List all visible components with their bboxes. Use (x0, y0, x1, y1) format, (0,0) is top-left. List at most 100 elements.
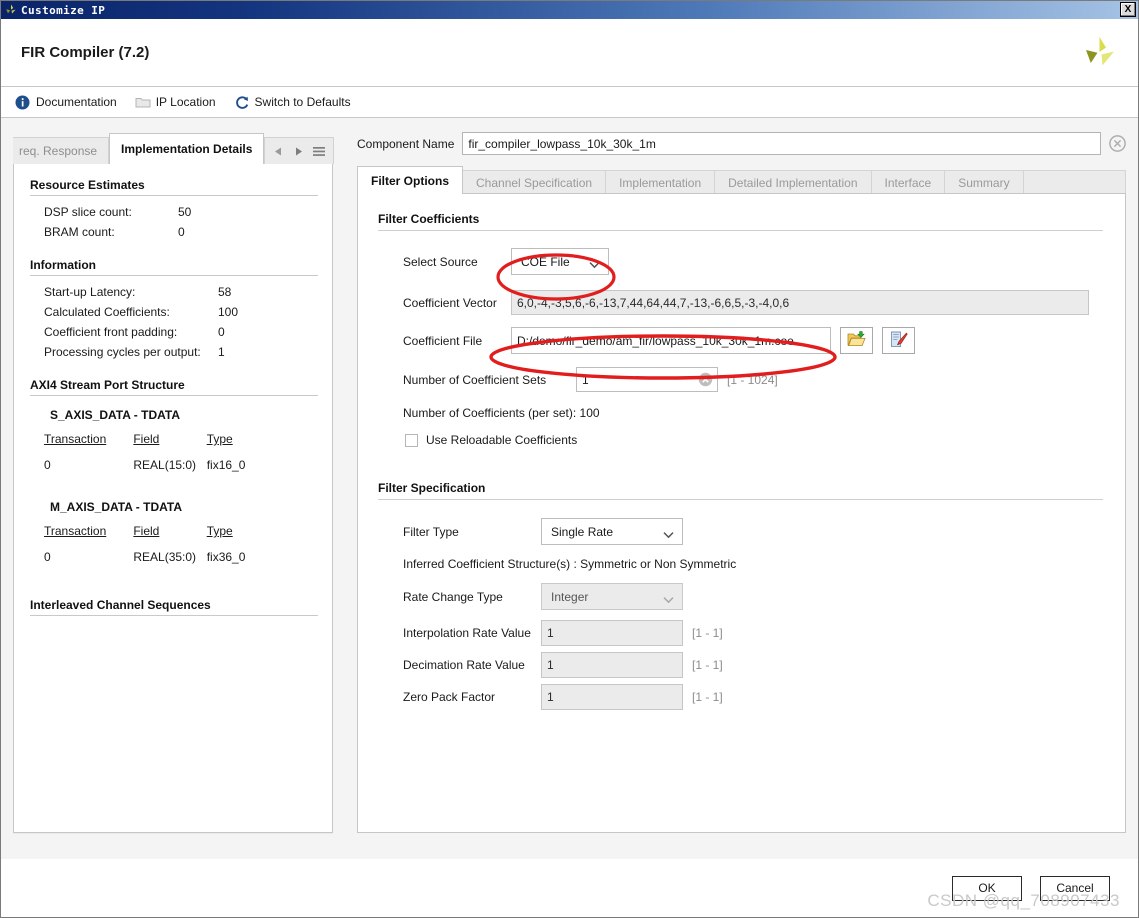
group-filter-specification: Filter Specification (376, 481, 1103, 500)
table-row: 0 REAL(35:0) fix36_0 (44, 538, 318, 564)
component-name-input[interactable] (462, 132, 1101, 155)
cancel-button[interactable]: Cancel (1040, 875, 1110, 901)
documentation-button[interactable]: Documentation (15, 95, 117, 110)
tab-channel-specification[interactable]: Channel Specification (463, 170, 607, 194)
zero-pack-factor-range: [1 - 1] (692, 690, 723, 704)
tab-implementation-label: Implementation (619, 175, 702, 190)
number-of-coefficient-sets-label: Number of Coefficient Sets (403, 372, 547, 387)
group-title: Filter Coefficients (378, 212, 480, 226)
use-reloadable-coefficients-row[interactable]: Use Reloadable Coefficients (376, 433, 1103, 447)
tab-filter-options-label: Filter Options (371, 173, 449, 188)
tab-detailed-implementation[interactable]: Detailed Implementation (715, 170, 872, 194)
tab-implementation[interactable]: Implementation (606, 170, 716, 194)
tab-filter-options[interactable]: Filter Options (357, 166, 463, 194)
rate-change-type-label: Rate Change Type (403, 589, 503, 604)
section-resource-estimates: Resource Estimates DSP slice count: 50 B… (28, 178, 318, 242)
tab-implementation-details-label: Implementation Details (121, 142, 253, 156)
number-of-coefficient-sets-input[interactable] (576, 367, 718, 392)
number-of-coefficients-per-set: Number of Coefficients (per set): 100 (403, 406, 600, 420)
zero-pack-factor-row: Zero Pack Factor [1 - 1] (376, 684, 1103, 710)
group-filter-coefficients: Filter Coefficients (376, 212, 1103, 231)
clear-circle-icon[interactable] (698, 372, 713, 387)
component-name-row: Component Name (357, 132, 1126, 155)
detail-value: 100 (218, 305, 239, 319)
switch-to-defaults-label: Switch to Defaults (254, 95, 351, 109)
detail-row: Processing cycles per output: 1 (28, 342, 318, 362)
chevron-down-icon (663, 528, 674, 538)
rate-change-type-value: Integer (551, 589, 589, 604)
filter-type-dropdown[interactable]: Single Rate (541, 518, 683, 545)
close-icon[interactable]: X (1120, 2, 1136, 17)
col-transaction: Transaction (44, 432, 107, 446)
cell-type: fix36_0 (206, 550, 246, 564)
port-table-header: Transaction Field Type (44, 524, 318, 538)
port-table-header: Transaction Field Type (44, 432, 318, 446)
tab-detailed-implementation-label: Detailed Implementation (728, 175, 858, 190)
detail-key: Processing cycles per output: (44, 345, 201, 359)
section-divider (30, 195, 318, 196)
detail-key: Start-up Latency: (44, 285, 136, 299)
detail-value: 0 (178, 225, 185, 239)
select-source-row: Select Source COE File (376, 248, 1103, 275)
section-divider (30, 615, 318, 616)
clear-circle-icon[interactable] (1109, 135, 1126, 152)
port-table: Transaction Field Type 0 REAL(15:0) fix1… (28, 432, 318, 472)
col-type: Type (206, 524, 233, 538)
zero-pack-factor-input[interactable] (541, 684, 683, 710)
interpolation-rate-range: [1 - 1] (692, 626, 723, 640)
detail-value: 1 (218, 345, 225, 359)
page-title: FIR Compiler (7.2) (21, 44, 150, 61)
tab-freq-response[interactable]: req. Response (13, 137, 110, 164)
section-information: Information Start-up Latency: 58 Calcula… (28, 258, 318, 362)
tab-summary[interactable]: Summary (945, 170, 1024, 194)
coefficient-vector-input[interactable] (511, 290, 1089, 315)
use-reloadable-coefficients-checkbox[interactable] (405, 433, 418, 447)
ok-button[interactable]: OK (952, 875, 1022, 901)
implementation-details-content: Resource Estimates DSP slice count: 50 B… (13, 163, 333, 833)
info-icon (15, 95, 30, 110)
zero-pack-factor-label: Zero Pack Factor (403, 690, 496, 704)
switch-to-defaults-button[interactable]: Switch to Defaults (234, 95, 351, 110)
interpolation-rate-input[interactable] (541, 620, 683, 646)
ip-location-button[interactable]: IP Location (135, 95, 216, 110)
edit-file-icon (889, 331, 908, 351)
detail-key: Coefficient front padding: (44, 325, 178, 339)
dialog-footer: OK Cancel (1, 859, 1138, 917)
tabstrip-filler (1023, 170, 1126, 194)
tab-interface[interactable]: Interface (871, 170, 946, 194)
chevron-down-icon (589, 258, 600, 268)
filter-type-value: Single Rate (551, 524, 614, 539)
detail-row: Calculated Coefficients: 100 (28, 302, 318, 322)
ip-symbol-panel: req. Response Implementation Details Res… (13, 132, 335, 859)
decimation-rate-input[interactable] (541, 652, 683, 678)
select-source-dropdown[interactable]: COE File (511, 248, 609, 275)
filter-type-row: Filter Type Single Rate (376, 518, 1103, 545)
tab-summary-label: Summary (958, 175, 1010, 190)
rate-change-type-dropdown[interactable]: Integer (541, 583, 683, 610)
cell-field: REAL(15:0) (133, 458, 197, 472)
cell-type: fix16_0 (206, 458, 246, 472)
coefficient-file-row: Coefficient File (376, 327, 1103, 354)
triangle-left-icon[interactable] (273, 146, 284, 157)
section-title: Information (30, 258, 96, 272)
customize-ip-window: Customize IP X FIR Compiler (7.2) Docume… (0, 0, 1139, 918)
dialog-body: req. Response Implementation Details Res… (1, 118, 1138, 859)
browse-coefficient-file-button[interactable] (840, 327, 873, 354)
section-title: AXI4 Stream Port Structure (30, 378, 185, 392)
col-field: Field (133, 432, 160, 446)
decimation-rate-row: Decimation Rate Value [1 - 1] (376, 652, 1103, 678)
hamburger-menu-icon[interactable] (313, 146, 326, 157)
port-table: Transaction Field Type 0 REAL(35:0) fix3… (28, 524, 318, 564)
edit-coefficient-file-button[interactable] (882, 327, 915, 354)
ip-location-label: IP Location (155, 95, 216, 109)
cell-field: REAL(35:0) (133, 550, 197, 564)
left-tab-nav (264, 137, 335, 164)
tab-implementation-details[interactable]: Implementation Details (109, 133, 265, 164)
documentation-label: Documentation (36, 95, 117, 109)
left-tabstrip: req. Response Implementation Details (13, 132, 335, 164)
coefficient-file-input[interactable] (511, 327, 831, 354)
use-reloadable-coefficients-label: Use Reloadable Coefficients (426, 433, 578, 447)
decimation-rate-range: [1 - 1] (692, 658, 723, 672)
triangle-right-icon[interactable] (293, 146, 304, 157)
detail-row: BRAM count: 0 (28, 222, 318, 242)
